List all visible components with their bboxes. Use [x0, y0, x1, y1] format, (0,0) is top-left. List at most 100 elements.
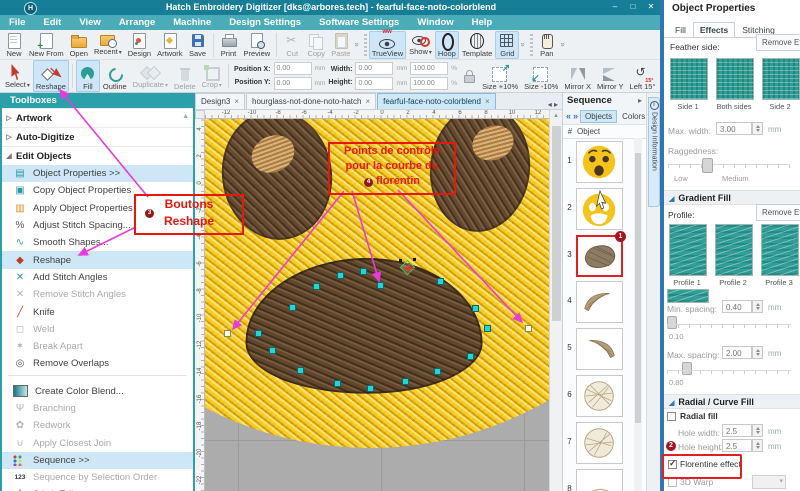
toolbox-section-edit-objects[interactable]: ◢Edit Objects — [2, 146, 193, 165]
recent-button[interactable]: Recent▾ — [91, 31, 125, 59]
reshape-control-point[interactable] — [467, 353, 474, 360]
max-spacing-input[interactable]: 2.00 — [722, 346, 752, 359]
reshape-control-point[interactable] — [484, 325, 491, 332]
reshape-control-point[interactable] — [434, 368, 441, 375]
toolbar-drag-handle[interactable] — [364, 34, 367, 56]
tab-fill[interactable]: Fill — [668, 22, 693, 37]
close-button[interactable]: ✕ — [642, 0, 660, 15]
tab-fearful-face-noto-colorblend[interactable]: fearful-face-noto-colorblend× — [377, 93, 496, 109]
canvas-vertical-scrollbar[interactable]: ▲ — [549, 110, 562, 491]
menu-edit[interactable]: Edit — [34, 15, 70, 30]
scrollbar-thumb[interactable] — [552, 126, 561, 321]
toolbox-item-reshape[interactable]: ◆Reshape — [2, 251, 193, 268]
max-width-spinner[interactable] — [752, 122, 763, 135]
size-10-button[interactable]: Size -10% — [521, 60, 561, 92]
design-button[interactable]: Design — [125, 31, 154, 59]
left-15-button[interactable]: Left 15° — [627, 60, 659, 92]
tab-colors[interactable]: Colors — [617, 110, 646, 123]
sequence-item-8[interactable] — [576, 469, 623, 491]
warp-3d-checkbox[interactable] — [668, 478, 677, 487]
scrollbar-thumb[interactable] — [635, 153, 641, 423]
raggedness-slider[interactable] — [668, 164, 790, 168]
section-radial-curve-fill[interactable]: Radial / Curve Fill — [664, 394, 800, 409]
lock-proportions-icon[interactable] — [460, 68, 477, 84]
toolbox-item-knife[interactable]: ╱Knife — [2, 303, 193, 320]
toolbar-overflow-icon[interactable]: » — [559, 42, 568, 46]
position-y-input[interactable]: 0.00 — [274, 77, 312, 90]
reshape-control-point[interactable] — [377, 282, 384, 289]
sequence-item-7[interactable] — [576, 422, 623, 464]
toolbox-section-auto-digitize[interactable]: ▷Auto-Digitize — [2, 127, 193, 146]
remove-effect-button[interactable]: Remove Effect — [756, 204, 800, 221]
tab-hourglass-not-done-noto-hatch[interactable]: hourglass-not-done-noto-hatch× — [246, 93, 376, 109]
reshape-control-point[interactable] — [289, 304, 296, 311]
select-button[interactable]: Select▾ — [2, 60, 33, 92]
max-spacing-slider[interactable] — [667, 370, 791, 374]
new-from-button[interactable]: New From — [26, 31, 67, 59]
reshape-control-point[interactable] — [437, 278, 444, 285]
mirror-y-button[interactable]: Mirror Y — [594, 60, 627, 92]
fill-button[interactable]: Fill — [76, 60, 100, 92]
profile1-option[interactable] — [669, 224, 707, 276]
tab-objects[interactable]: Objects — [580, 110, 617, 123]
outline-button[interactable]: Outline — [100, 60, 130, 92]
height-input[interactable]: 0.00 — [355, 77, 393, 90]
menu-machine[interactable]: Machine — [164, 15, 220, 30]
hole-width-spinner[interactable] — [752, 424, 763, 437]
feather-both-sides-option[interactable] — [716, 58, 754, 100]
menu-view[interactable]: View — [70, 15, 109, 30]
minimize-button[interactable]: – — [606, 0, 624, 15]
raggedness-slider-handle[interactable] — [702, 158, 713, 173]
menu-file[interactable]: File — [0, 15, 34, 30]
sequence-item-2[interactable] — [576, 188, 623, 230]
reshape-control-point[interactable] — [269, 347, 276, 354]
min-spacing-slider[interactable] — [667, 324, 791, 328]
reshape-control-point[interactable] — [472, 305, 479, 312]
tab-design-information[interactable]: i Design Information — [648, 97, 660, 207]
scroll-up-icon[interactable]: ▲ — [550, 110, 562, 122]
min-spacing-input[interactable]: 0.40 — [722, 300, 752, 313]
size-10-button[interactable]: Size +10% — [479, 60, 521, 92]
reshape-control-point[interactable] — [313, 283, 320, 290]
sequence-item-3[interactable] — [576, 235, 623, 277]
radial-fill-checkbox[interactable] — [667, 412, 676, 421]
tab-effects[interactable]: Effects — [693, 22, 735, 37]
save-button[interactable]: Save — [186, 31, 210, 59]
menu-window[interactable]: Window — [408, 15, 462, 30]
position-x-input[interactable]: 0.00 — [274, 62, 312, 75]
remove-effect-button[interactable]: Remove Effect — [756, 34, 800, 51]
toolbox-item-sequence[interactable]: Sequence >> — [2, 452, 193, 469]
tab-close-icon[interactable]: × — [485, 97, 490, 106]
sequence-item-6[interactable] — [576, 375, 623, 417]
reshape-control-point[interactable] — [334, 380, 341, 387]
toolbox-item-smooth-shapes[interactable]: ∿Smooth Shapes... — [2, 234, 193, 251]
menu-software-settings[interactable]: Software Settings — [310, 15, 408, 30]
profile2-option[interactable] — [715, 224, 753, 276]
sequence-forward-icon[interactable]: » — [573, 111, 578, 121]
reshape-node[interactable] — [224, 330, 231, 337]
sequence-back-icon[interactable]: « — [566, 111, 571, 121]
sequence-item-5[interactable] — [576, 328, 623, 370]
tab-close-icon[interactable]: × — [365, 97, 370, 106]
print-button[interactable]: Print — [217, 31, 241, 59]
toolbox-item-add-stitch-angles[interactable]: ✕Add Stitch Angles — [2, 269, 193, 286]
tab-design3[interactable]: Design3× — [195, 93, 245, 109]
panel-menu-icon[interactable]: ▸ — [638, 96, 642, 105]
menu-arrange[interactable]: Arrange — [110, 15, 164, 30]
reshape-control-point[interactable] — [255, 330, 262, 337]
tab-close-icon[interactable]: × — [234, 97, 239, 106]
toolbar-drag-handle[interactable] — [530, 34, 533, 56]
max-spacing-spinner[interactable] — [752, 346, 763, 359]
maximize-button[interactable]: □ — [624, 0, 642, 15]
warp-3d-dropdown[interactable] — [752, 475, 786, 489]
menu-help[interactable]: Help — [463, 15, 502, 30]
menu-design-settings[interactable]: Design Settings — [220, 15, 310, 30]
toolbox-item-object-properties[interactable]: ▤Object Properties >> — [2, 165, 193, 182]
toolbox-section-artwork[interactable]: ▷Artwork — [2, 108, 193, 127]
reshape-node[interactable] — [525, 325, 532, 332]
min-spacing-spinner[interactable] — [752, 300, 763, 313]
sequence-item-4[interactable] — [576, 281, 623, 323]
reshape-handle[interactable] — [413, 258, 416, 261]
reshape-control-point[interactable] — [297, 367, 304, 374]
open-button[interactable]: Open — [67, 31, 91, 59]
